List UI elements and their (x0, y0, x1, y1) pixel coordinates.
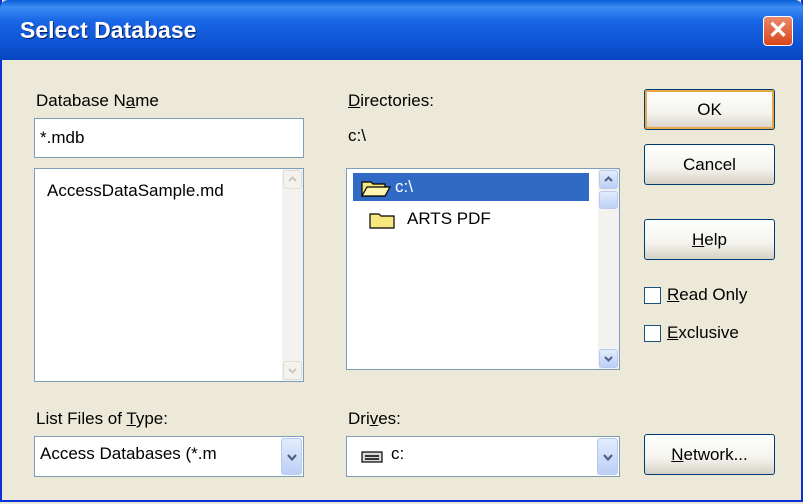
current-path: c:\ (348, 126, 366, 145)
drives-label: Drives: (348, 409, 401, 428)
directory-item-arts-pdf[interactable]: ARTS PDF (353, 205, 589, 233)
chevron-down-icon (287, 454, 297, 462)
chevron-down-icon (604, 356, 613, 362)
drives-select[interactable]: c: (346, 436, 620, 477)
file-type-select[interactable]: Access Databases (*.m (34, 436, 304, 477)
close-icon: ✕ (767, 17, 789, 44)
file-type-label: List Files of Type: (36, 409, 168, 428)
ok-button[interactable]: OK (644, 89, 775, 130)
dialog-title: Select Database (20, 17, 197, 43)
list-item[interactable]: AccessDataSample.md (47, 181, 224, 201)
file-list-scrollbar[interactable] (282, 169, 303, 381)
directory-list[interactable]: c:\ ARTS PDF (346, 168, 620, 370)
open-folder-icon (361, 181, 391, 197)
network-button[interactable]: Network... (644, 434, 775, 475)
file-type-value: Access Databases (*.m (40, 444, 217, 463)
directories-label: Directories: (348, 91, 434, 110)
scroll-up-button[interactable] (283, 170, 302, 189)
exclusive-checkbox[interactable] (644, 325, 661, 342)
read-only-label[interactable]: Read Only (667, 285, 747, 305)
close-button[interactable]: ✕ (763, 16, 793, 46)
select-database-dialog: Select Database ✕ Database Name *.mdb Ac… (0, 0, 803, 502)
cancel-button[interactable]: Cancel (644, 144, 775, 185)
chevron-up-icon (288, 176, 297, 182)
scroll-down-button[interactable] (599, 349, 618, 368)
chevron-down-icon (288, 368, 297, 374)
read-only-checkbox[interactable] (644, 287, 661, 304)
database-file-list[interactable]: AccessDataSample.md (34, 168, 304, 382)
scroll-down-button[interactable] (283, 361, 302, 380)
title-bar[interactable]: Select Database ✕ (0, 0, 803, 60)
database-name-label: Database Name (36, 91, 159, 110)
scroll-thumb[interactable] (599, 191, 618, 209)
directory-list-scrollbar[interactable] (598, 169, 619, 369)
drive-icon (361, 451, 383, 463)
folder-icon (369, 213, 395, 229)
file-type-dropdown-button[interactable] (281, 438, 302, 475)
database-name-input[interactable]: *.mdb (34, 118, 304, 158)
drives-value: c: (391, 444, 405, 463)
chevron-up-icon (604, 176, 613, 182)
chevron-down-icon (603, 454, 613, 462)
scroll-up-button[interactable] (599, 170, 618, 189)
help-button[interactable]: Help (644, 219, 775, 260)
drives-dropdown-button[interactable] (597, 438, 618, 475)
directory-item-c[interactable]: c:\ (353, 173, 589, 201)
database-name-value: *.mdb (40, 128, 85, 147)
exclusive-label[interactable]: Exclusive (667, 323, 739, 343)
